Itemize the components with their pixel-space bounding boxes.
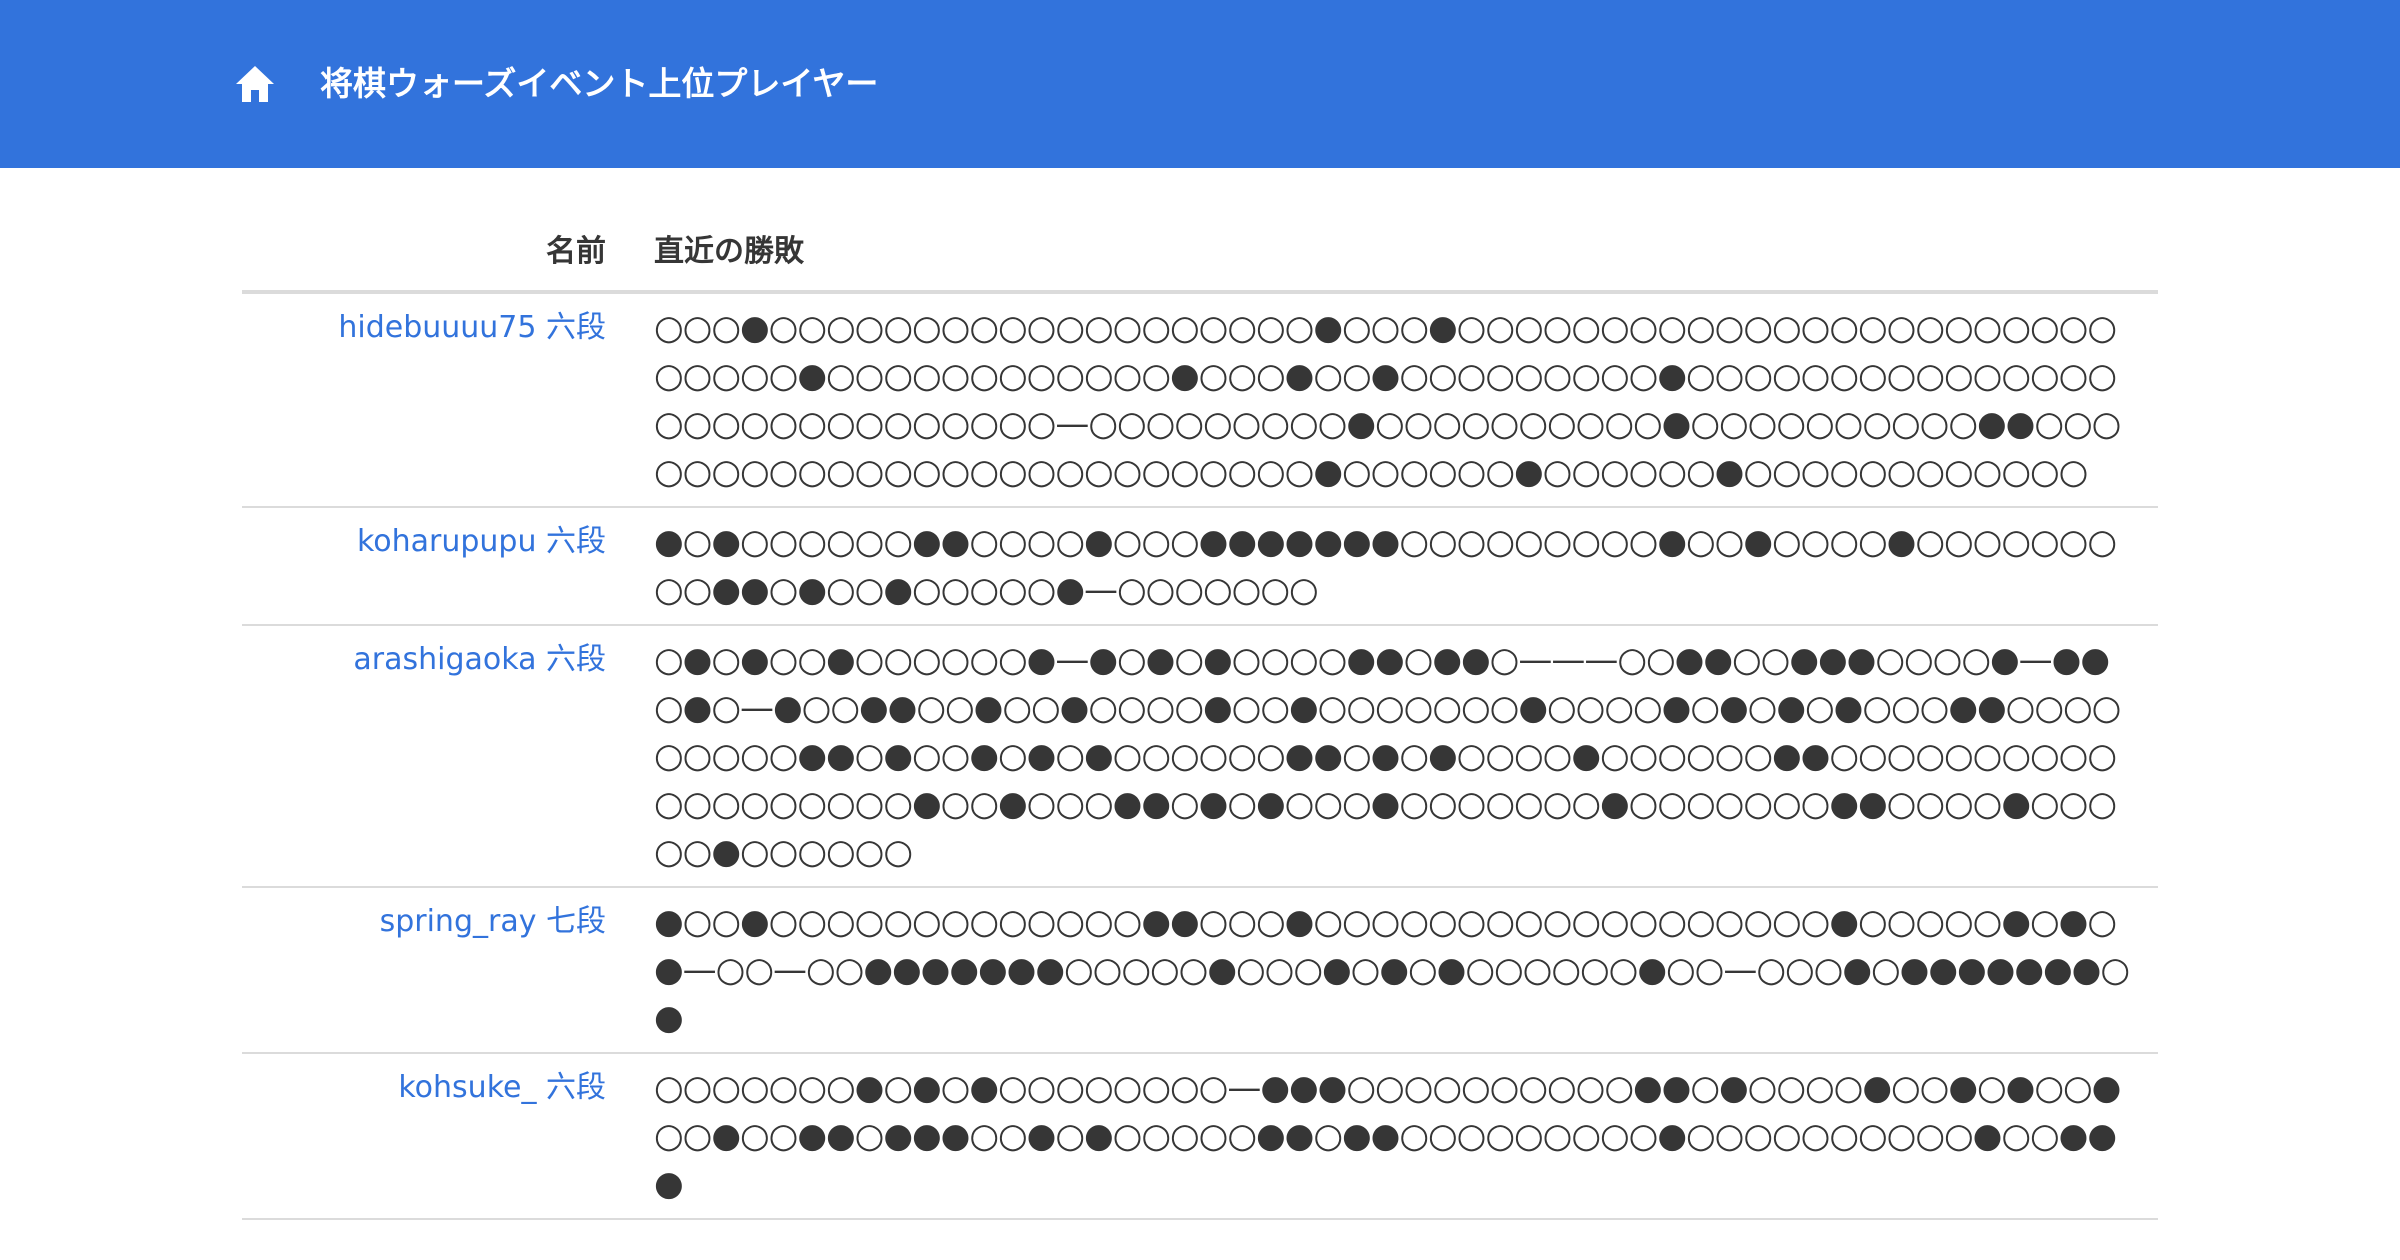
recent-results: ○○○○○○○●○●○●○○○○○○○○—●●●○○○○○○○○○○●●○●○○…	[654, 1068, 2121, 1204]
recent-results: ○○○●○○○○○○○○○○○○○○○○○○○●○○○●○○○○○○○○○○○○…	[654, 308, 2121, 492]
recent-results: ●○●○○○○○○●●○○○○●○○○●●●●●●●○○○○○○○○○●○○●○…	[654, 522, 2117, 610]
recent-results: ●○○●○○○○○○○○○○○○○●●○○○●○○○○○○○○○○○○○○○○○…	[654, 902, 2130, 1038]
player-name-cell: koharupupu 六段	[242, 518, 606, 614]
table-row: spring_ray 七段 ●○○●○○○○○○○○○○○○○●●○○○●○○○…	[242, 888, 2158, 1054]
table-row: kohsuke_ 六段 ○○○○○○○●○●○●○○○○○○○○—●●●○○○○…	[242, 1054, 2158, 1220]
player-link[interactable]: kohsuke_ 六段	[398, 1070, 606, 1105]
navbar: 将棋ウォーズイベント上位プレイヤー	[0, 0, 2400, 168]
player-name-cell: hidebuuuu75 六段	[242, 304, 606, 496]
player-link[interactable]: arashigaoka 六段	[353, 642, 606, 677]
player-link[interactable]: koharupupu 六段	[357, 524, 606, 559]
table-header: 名前 直近の勝敗	[242, 216, 2158, 294]
page-title[interactable]: 将棋ウォーズイベント上位プレイヤー	[320, 58, 878, 110]
players-table: 名前 直近の勝敗 hidebuuuu75 六段 ○○○●○○○○○○○○○○○○…	[242, 216, 2158, 1220]
column-header-name: 名前	[546, 234, 606, 269]
table-row: koharupupu 六段 ●○●○○○○○○●●○○○○●○○○●●●●●●●…	[242, 508, 2158, 626]
column-header-results: 直近の勝敗	[654, 234, 804, 269]
table-row: hidebuuuu75 六段 ○○○●○○○○○○○○○○○○○○○○○○○●○…	[242, 294, 2158, 508]
player-link[interactable]: spring_ray 七段	[380, 904, 606, 939]
player-link[interactable]: hidebuuuu75 六段	[338, 310, 606, 345]
player-name-cell: arashigaoka 六段	[242, 636, 606, 876]
table-row: arashigaoka 六段 ○●○●○○●○○○○○○●—●○●○●○○○○●…	[242, 626, 2158, 888]
recent-results: ○●○●○○●○○○○○○●—●○●○●○○○○●●○●●○———○○●●○○●…	[654, 640, 2121, 872]
player-name-cell: kohsuke_ 六段	[242, 1064, 606, 1208]
home-icon[interactable]	[234, 64, 276, 104]
player-name-cell: spring_ray 七段	[242, 898, 606, 1042]
